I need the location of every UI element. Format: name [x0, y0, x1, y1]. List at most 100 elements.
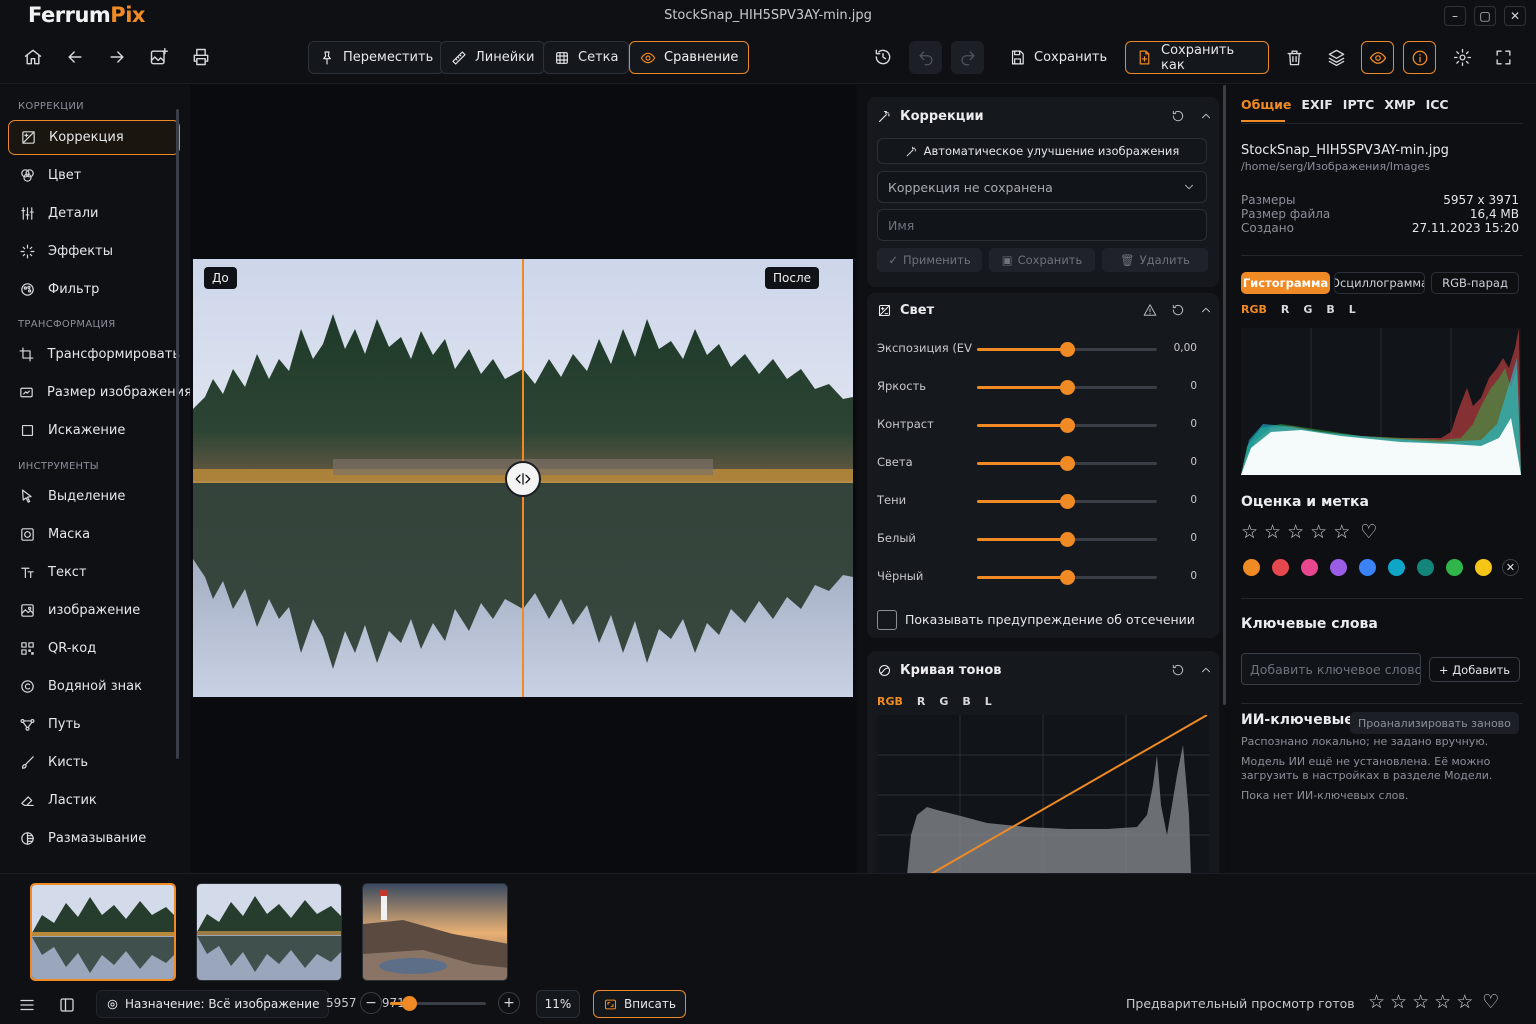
- info-toggle-button[interactable]: [1403, 41, 1436, 74]
- slider-track[interactable]: [977, 494, 1157, 509]
- fullscreen-icon[interactable]: [1488, 42, 1518, 72]
- star-icon[interactable]: ☆: [1390, 991, 1407, 1013]
- color-label-swatch[interactable]: [1475, 559, 1492, 576]
- slider-knob[interactable]: [1060, 570, 1075, 585]
- clear-label-button[interactable]: ✕: [1502, 559, 1519, 576]
- info-tab-3[interactable]: XMP: [1384, 97, 1415, 112]
- sidebar-item-text[interactable]: Текст: [8, 555, 180, 590]
- star-icon[interactable]: ☆: [1333, 521, 1350, 543]
- slider-track[interactable]: [977, 418, 1157, 433]
- slider-track[interactable]: [977, 342, 1157, 357]
- hist-channel-tab-g[interactable]: G: [1303, 303, 1312, 316]
- forward-arrow-icon[interactable]: [102, 42, 132, 72]
- maximize-button[interactable]: ▢: [1474, 6, 1496, 26]
- clipping-warning-checkbox[interactable]: [877, 610, 897, 630]
- home-icon[interactable]: [18, 42, 48, 72]
- info-tab-1[interactable]: EXIF: [1301, 97, 1332, 112]
- sidebar-item-mask[interactable]: Маска: [8, 517, 180, 552]
- star-icon[interactable]: ☆: [1264, 521, 1281, 543]
- fit-button[interactable]: Вписать: [593, 990, 686, 1018]
- save-button[interactable]: Сохранить: [998, 41, 1118, 74]
- info-tab-4[interactable]: ICC: [1426, 97, 1449, 112]
- history-icon[interactable]: [868, 42, 898, 72]
- star-icon[interactable]: ☆: [1456, 991, 1473, 1013]
- slider-knob[interactable]: [1060, 494, 1075, 509]
- hist-channel-tab-b[interactable]: B: [1326, 303, 1334, 316]
- target-selector[interactable]: Назначение: Всё изображение: [96, 990, 330, 1018]
- panel-scrollbar[interactable]: [1223, 85, 1226, 705]
- star-icon[interactable]: ☆: [1310, 521, 1327, 543]
- info-tab-2[interactable]: IPTC: [1343, 97, 1375, 112]
- sidebar-item-watermark[interactable]: Водяной знак: [8, 669, 180, 704]
- color-label-swatch[interactable]: [1417, 559, 1434, 576]
- reset-icon[interactable]: [1171, 303, 1185, 317]
- sidebar-scrollbar[interactable]: [176, 109, 179, 759]
- compare-button[interactable]: Сравнение: [629, 41, 750, 74]
- star-icon[interactable]: ☆: [1434, 991, 1451, 1013]
- collapse-chevron-icon[interactable]: [1199, 109, 1213, 123]
- sidebar-item-smudge[interactable]: Размазывание: [8, 821, 180, 856]
- slider-knob[interactable]: [1060, 380, 1075, 395]
- close-window-button[interactable]: ✕: [1504, 6, 1526, 26]
- color-label-swatch[interactable]: [1388, 559, 1405, 576]
- curve-channel-tab-r[interactable]: R: [917, 695, 925, 708]
- zoom-out-button[interactable]: −: [360, 992, 382, 1014]
- sidebar-item-details[interactable]: Детали: [8, 196, 180, 231]
- keyword-input[interactable]: Добавить ключевое слово: [1241, 653, 1421, 685]
- color-label-swatch[interactable]: [1243, 559, 1260, 576]
- add-image-icon[interactable]: [144, 42, 174, 72]
- hist-channel-tab-l[interactable]: L: [1349, 303, 1356, 316]
- histogram-mode-tab[interactable]: Осциллограмма: [1334, 272, 1425, 294]
- tone-curve-graph[interactable]: [877, 715, 1209, 873]
- redo-button[interactable]: [951, 41, 984, 74]
- sidebar-item-eraser[interactable]: Ластик: [8, 783, 180, 818]
- preset-select[interactable]: Коррекция не сохранена: [877, 171, 1207, 203]
- save-as-button[interactable]: Сохранить как: [1125, 41, 1269, 74]
- zoom-slider[interactable]: [390, 996, 486, 1011]
- slider-track[interactable]: [977, 570, 1157, 585]
- sidebar-item-correction[interactable]: Коррекция: [8, 120, 180, 155]
- curve-channel-tab-rgb[interactable]: RGB: [877, 695, 903, 708]
- slider-knob[interactable]: [1060, 418, 1075, 433]
- reset-icon[interactable]: [1171, 663, 1185, 677]
- collapse-chevron-icon[interactable]: [1199, 303, 1213, 317]
- hist-channel-tab-rgb[interactable]: RGB: [1241, 303, 1267, 316]
- histogram-mode-tab[interactable]: Гистограмма: [1241, 272, 1330, 294]
- reset-icon[interactable]: [1171, 109, 1185, 123]
- delete-preset-button[interactable]: 🗑 Удалить: [1102, 248, 1208, 272]
- sidebar-item-path[interactable]: Путь: [8, 707, 180, 742]
- star-icon[interactable]: ☆: [1287, 521, 1304, 543]
- slider-knob[interactable]: [1060, 532, 1075, 547]
- grid-button[interactable]: Сетка: [543, 41, 630, 74]
- sidebar-item-qr[interactable]: QR-код: [8, 631, 180, 666]
- hist-channel-tab-r[interactable]: R: [1281, 303, 1289, 316]
- layers-icon[interactable]: [1321, 42, 1351, 72]
- sidebar-item-transform[interactable]: Трансформировать: [8, 337, 180, 372]
- photo-preview[interactable]: До После: [193, 259, 853, 697]
- color-label-swatch[interactable]: [1272, 559, 1289, 576]
- preview-toggle-button[interactable]: [1361, 41, 1394, 74]
- compare-split-handle[interactable]: [505, 461, 541, 497]
- color-label-swatch[interactable]: [1359, 559, 1376, 576]
- zoom-slider-knob[interactable]: [402, 996, 418, 1011]
- slider-track[interactable]: [977, 532, 1157, 547]
- star-icon[interactable]: ☆: [1412, 991, 1429, 1013]
- sidebar-item-image[interactable]: изображение: [8, 593, 180, 628]
- heart-icon[interactable]: ♡: [1482, 991, 1499, 1013]
- sidebar-item-color[interactable]: Цвет: [8, 158, 180, 193]
- star-icon[interactable]: ☆: [1368, 991, 1385, 1013]
- auto-enhance-button[interactable]: Автоматическое улучшение изображения: [877, 138, 1207, 164]
- print-icon[interactable]: [186, 42, 216, 72]
- menu-icon[interactable]: [18, 996, 36, 1014]
- slider-knob[interactable]: [1060, 342, 1075, 357]
- slider-knob[interactable]: [1060, 456, 1075, 471]
- curve-channel-tab-g[interactable]: G: [939, 695, 948, 708]
- sidebar-item-brush[interactable]: Кисть: [8, 745, 180, 780]
- delete-icon[interactable]: [1279, 42, 1309, 72]
- gear-icon[interactable]: [1447, 42, 1477, 72]
- minimize-button[interactable]: –: [1444, 6, 1466, 26]
- thumbnail-item[interactable]: [30, 883, 176, 981]
- color-label-swatch[interactable]: [1330, 559, 1347, 576]
- save-preset-button[interactable]: ▣ Сохранить: [989, 248, 1095, 272]
- zoom-in-button[interactable]: +: [498, 992, 520, 1014]
